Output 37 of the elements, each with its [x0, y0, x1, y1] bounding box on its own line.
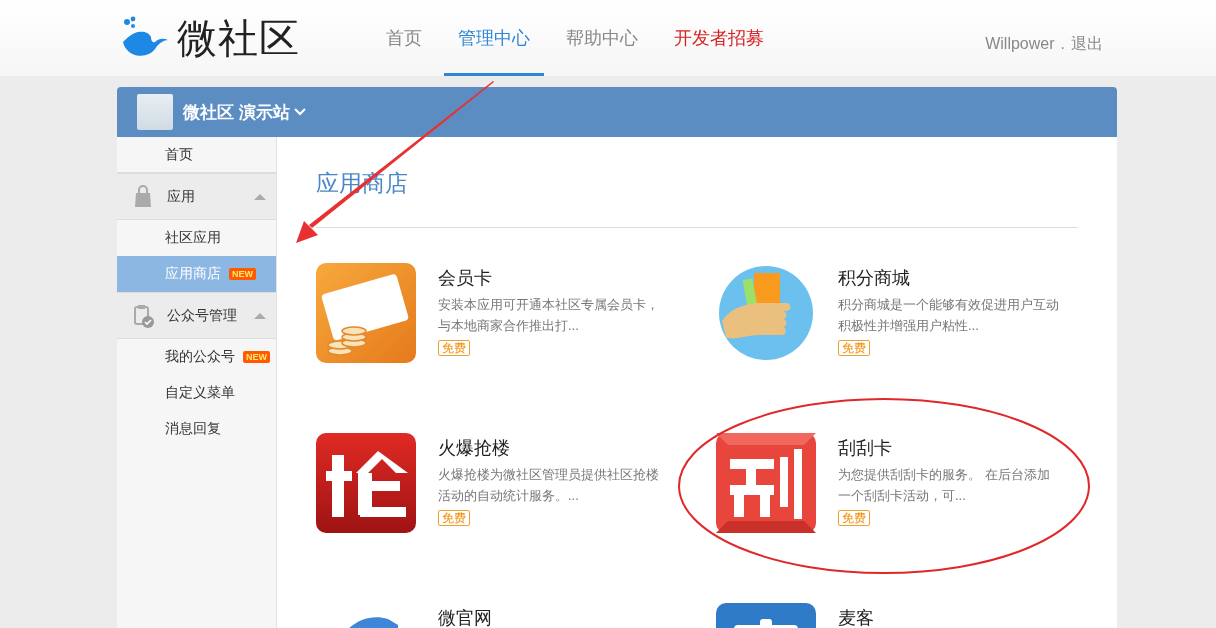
- app-title[interactable]: 刮刮卡: [838, 433, 892, 463]
- nav-tab[interactable]: 首页: [372, 0, 436, 76]
- app-title[interactable]: 火爆抢楼: [438, 433, 510, 463]
- clipboard-check-icon: [133, 303, 155, 328]
- app-title[interactable]: 麦客: [838, 603, 874, 628]
- vip-card-icon[interactable]: [316, 263, 416, 363]
- app-description: 为您提供刮刮卡的服务。 在后台添加一个刮刮卡活动，可...: [838, 466, 1051, 505]
- app-description: 安装本应用可开通本社区专属会员卡，与本地商家合作推出打...: [438, 296, 660, 335]
- sidebar-item[interactable]: 社区应用: [117, 220, 276, 256]
- app-title[interactable]: 积分商城: [838, 263, 910, 293]
- price-tag: 免费: [838, 510, 870, 526]
- sidebar-group[interactable]: 公众号管理: [117, 292, 276, 339]
- app-description: 积分商城是一个能够有效促进用户互动积极性并增强用户粘性...: [838, 296, 1060, 335]
- app-description: 火爆抢楼为微社区管理员提供社区抢楼活动的自动统计服务。...: [438, 466, 660, 505]
- caret-up-icon: [254, 193, 266, 200]
- caret-up-icon: [254, 312, 266, 319]
- user-name[interactable]: Willpower: [985, 35, 1055, 53]
- price-tag: 免费: [438, 340, 470, 356]
- nav-tab[interactable]: 管理中心: [444, 0, 544, 76]
- site-avatar-placeholder: [137, 94, 173, 130]
- price-tag: 免费: [838, 340, 870, 356]
- logo-text: 微社区: [177, 14, 300, 62]
- sidebar-item[interactable]: 自定义菜单: [117, 375, 276, 411]
- app-icon[interactable]: [316, 433, 416, 533]
- app-icon[interactable]: [716, 433, 816, 533]
- sidebar-item[interactable]: 我的公众号 NEW: [117, 339, 276, 375]
- sidebar-group[interactable]: 应用: [117, 173, 276, 220]
- logout-link[interactable]: 退出: [1071, 33, 1103, 55]
- app-title[interactable]: 会员卡: [438, 263, 492, 293]
- sidebar-item[interactable]: 消息回复: [117, 411, 276, 447]
- nav-tab[interactable]: 开发者招募: [660, 0, 778, 76]
- price-tag: 免费: [438, 510, 470, 526]
- separator-text: .: [1060, 35, 1065, 53]
- new-badge: NEW: [229, 267, 256, 280]
- new-badge: NEW: [243, 350, 270, 363]
- chevron-down-icon: [293, 108, 306, 116]
- app-title[interactable]: 微官网: [438, 603, 492, 628]
